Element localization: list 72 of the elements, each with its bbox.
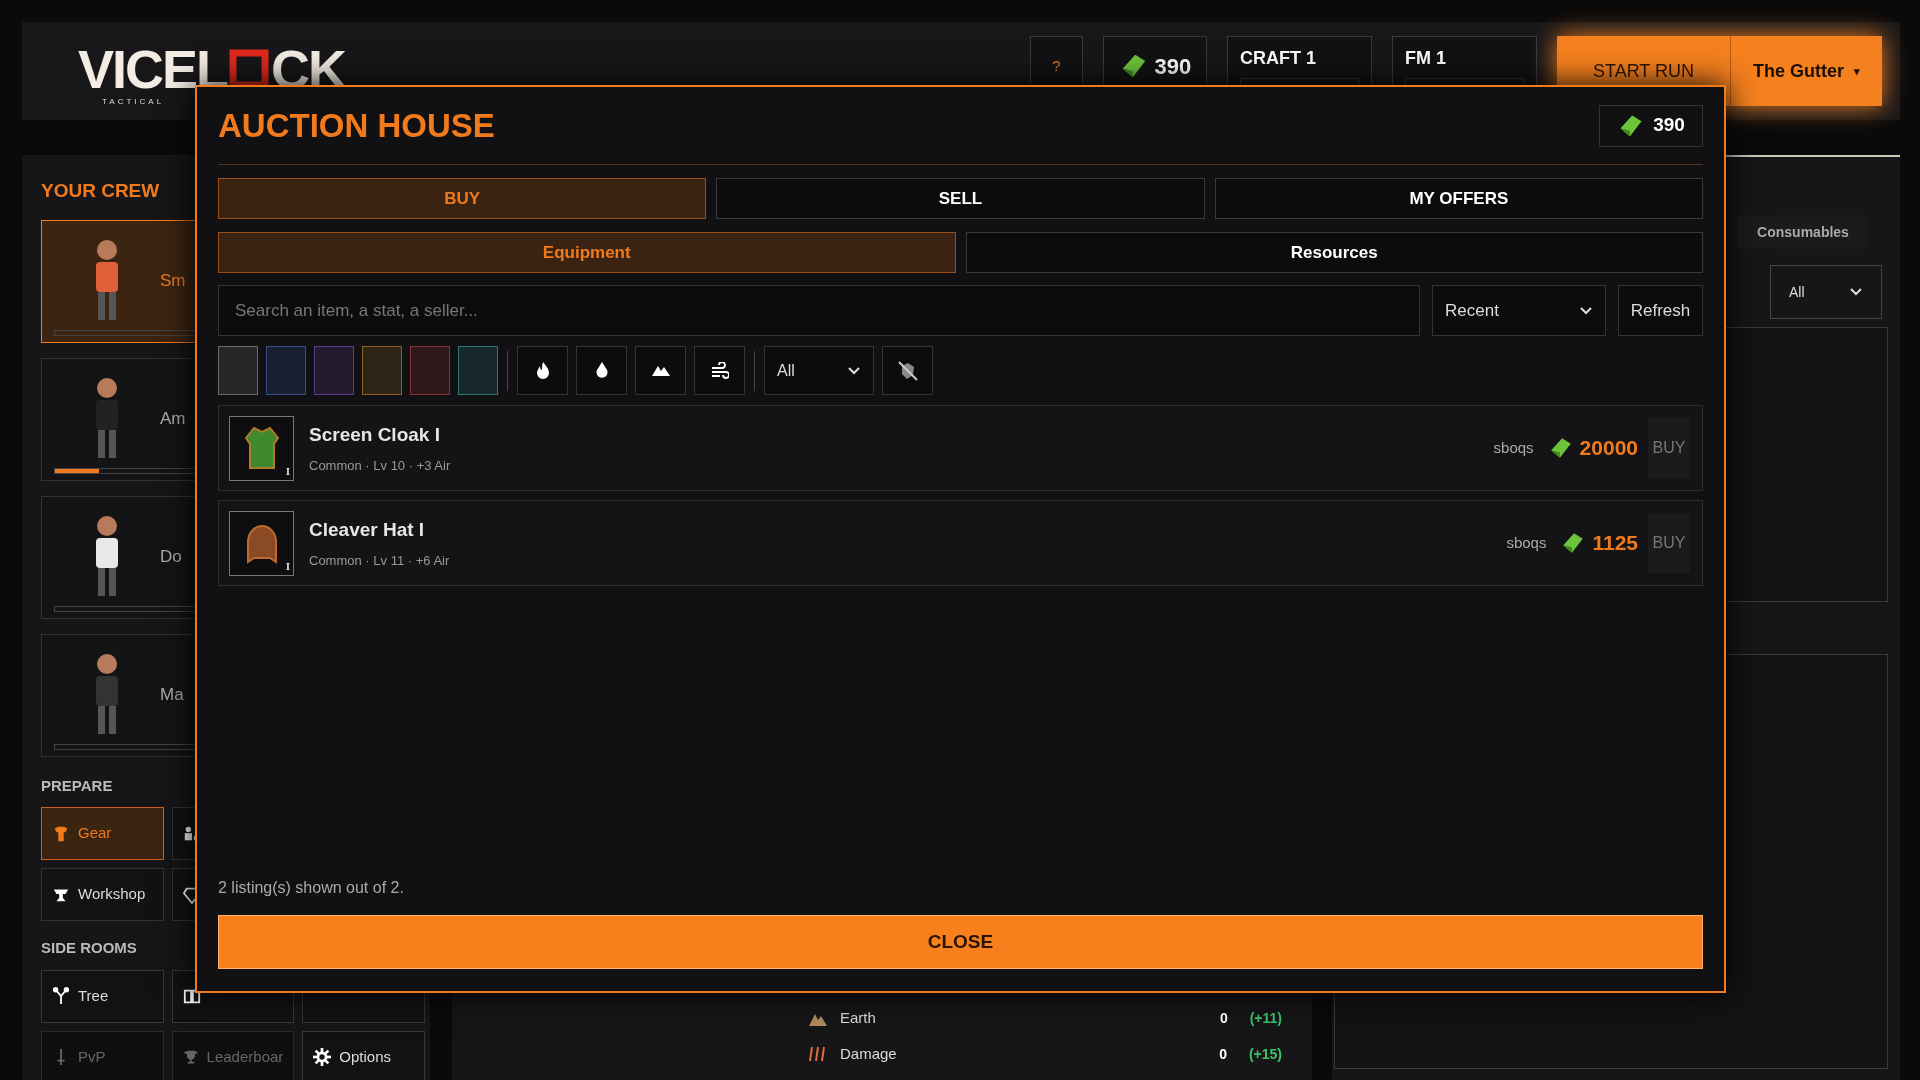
stat-value: 0 bbox=[1219, 1044, 1227, 1064]
flame-icon bbox=[535, 361, 550, 380]
rarity-swatch[interactable] bbox=[410, 346, 450, 395]
element-select[interactable]: All bbox=[764, 346, 874, 395]
tab[interactable]: MY OFFERS bbox=[1214, 178, 1703, 219]
item-details: Common · Lv 11 · +6 Air bbox=[309, 551, 450, 570]
clear-filter-button[interactable] bbox=[882, 346, 933, 395]
mountain-icon bbox=[651, 365, 670, 376]
prepare-button[interactable]: Workshop bbox=[41, 868, 164, 921]
book-icon bbox=[182, 987, 201, 1005]
map-dropdown[interactable]: The Gutter ▾ bbox=[1731, 36, 1882, 106]
seller-name: sboqs bbox=[1493, 437, 1534, 458]
buy-button[interactable]: BUY bbox=[1648, 418, 1690, 478]
logo-tagline: TACTICAL bbox=[102, 96, 165, 108]
stat-bonus: (+11) bbox=[1249, 1008, 1282, 1028]
item-price: 1125 bbox=[1592, 530, 1638, 557]
trophy-icon bbox=[182, 1048, 199, 1066]
refresh-button[interactable]: Refresh bbox=[1618, 285, 1703, 336]
stat-value: 0 bbox=[1219, 1008, 1228, 1028]
gear-icon bbox=[313, 1048, 332, 1066]
claw-marks-icon bbox=[808, 1045, 828, 1063]
section-title: SIDE ROOMS bbox=[41, 938, 138, 958]
listing-count: 2 listing(s) shown out of 2. bbox=[218, 878, 405, 898]
logo-text: VICEL bbox=[78, 42, 228, 96]
stat-label: Earth bbox=[840, 1007, 876, 1028]
branch-icon bbox=[52, 987, 70, 1005]
item-price: 20000 bbox=[1579, 435, 1638, 462]
side-room-button[interactable]: Options bbox=[302, 1030, 425, 1080]
counter-label: FM 1 bbox=[1404, 48, 1446, 68]
dialog-title: AUCTION HOUSE bbox=[218, 105, 495, 146]
stat-label: Damage bbox=[840, 1043, 897, 1064]
close-button[interactable]: CLOSE bbox=[218, 915, 1703, 969]
search-field[interactable]: Search an item, a stat, a seller... bbox=[218, 285, 1420, 336]
crew-name: Ma bbox=[160, 684, 184, 707]
section-title: PREPARE bbox=[41, 775, 114, 796]
tab[interactable]: BUY bbox=[218, 178, 707, 219]
rarity-swatch[interactable] bbox=[266, 346, 306, 395]
currency-amount: 390 bbox=[1653, 113, 1685, 138]
crew-name: Do bbox=[160, 546, 182, 569]
shirt-icon bbox=[52, 824, 70, 843]
subtab[interactable]: Equipment bbox=[218, 232, 956, 273]
tab[interactable]: SELL bbox=[716, 178, 1205, 219]
category-tab[interactable]: Consumables bbox=[1738, 215, 1868, 249]
element-filter-button[interactable] bbox=[517, 346, 568, 395]
crossed-out-icon bbox=[896, 359, 919, 382]
seller-name: sboqs bbox=[1506, 532, 1547, 553]
item-name: Screen Cloak I bbox=[309, 423, 441, 447]
prepare-button[interactable]: Gear bbox=[41, 807, 164, 860]
element-filter-button[interactable] bbox=[635, 346, 686, 395]
crew-name: Am bbox=[160, 408, 186, 431]
counter-label: CRAFT 1 bbox=[1239, 48, 1316, 68]
crew-name: Sm bbox=[160, 270, 186, 293]
tier-label: I bbox=[286, 559, 290, 574]
section-title: YOUR CREW bbox=[41, 179, 161, 203]
buy-button[interactable]: BUY bbox=[1648, 513, 1690, 573]
wind-icon bbox=[710, 362, 729, 379]
item-details: Common · Lv 10 · +3 Air bbox=[309, 456, 451, 475]
filter-select[interactable]: All bbox=[1770, 265, 1882, 319]
rarity-swatch[interactable] bbox=[314, 346, 354, 395]
subtab[interactable]: Resources bbox=[965, 232, 1703, 273]
currency-amount: 390 bbox=[1154, 52, 1192, 81]
element-filter-button[interactable] bbox=[694, 346, 745, 395]
water-drop-icon bbox=[595, 362, 608, 379]
stat-bonus: (+15) bbox=[1248, 1044, 1282, 1064]
element-filter-button[interactable] bbox=[576, 346, 627, 395]
rarity-swatch[interactable] bbox=[458, 346, 498, 395]
rarity-swatch[interactable] bbox=[362, 346, 402, 395]
item-name: Cleaver Hat I bbox=[309, 518, 426, 542]
rarity-swatch[interactable] bbox=[218, 346, 258, 395]
side-room-button[interactable]: Tree bbox=[41, 969, 164, 1023]
tier-label: I bbox=[286, 464, 290, 479]
sort-select[interactable]: Recent bbox=[1432, 285, 1606, 336]
